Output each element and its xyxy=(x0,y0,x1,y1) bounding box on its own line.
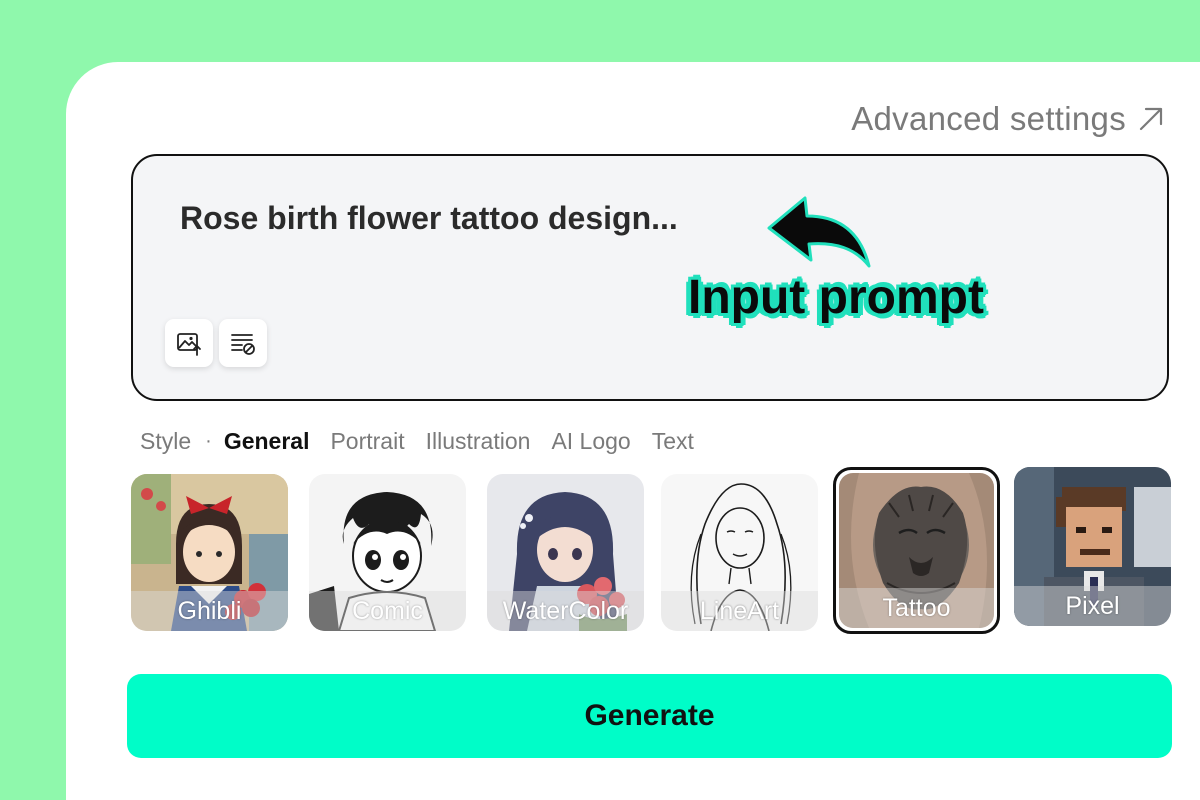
ghibli-thumbnail: Ghibli xyxy=(131,474,288,631)
advanced-settings-label: Advanced settings xyxy=(851,100,1126,137)
comic-thumbnail: Comic xyxy=(309,474,466,631)
tab-illustration[interactable]: Illustration xyxy=(426,428,531,455)
image-upload-button[interactable] xyxy=(165,319,213,367)
tab-text[interactable]: Text xyxy=(652,428,694,455)
style-card-pixel[interactable]: Pixel xyxy=(1014,467,1171,626)
style-separator: · xyxy=(205,430,212,452)
style-card-watercolor[interactable]: WaterColor xyxy=(487,474,644,631)
watercolor-thumbnail: WaterColor xyxy=(487,474,644,631)
arrow-up-right-icon xyxy=(1139,107,1163,131)
advanced-settings-link[interactable]: Advanced settings xyxy=(851,100,1166,138)
style-card-ghibli[interactable]: Ghibli xyxy=(131,474,288,631)
style-label: Style xyxy=(140,428,192,454)
tab-ai-logo[interactable]: AI Logo xyxy=(551,428,630,455)
generate-button[interactable]: Generate xyxy=(127,674,1172,758)
prompt-input[interactable]: Rose birth flower tattoo design... Input… xyxy=(131,154,1169,401)
pixel-thumbnail: Pixel xyxy=(1014,467,1171,626)
clear-text-icon xyxy=(231,334,255,355)
style-tabs: Style · General Portrait Illustration AI… xyxy=(140,428,715,455)
tab-general[interactable]: General xyxy=(224,428,310,455)
style-card-comic[interactable]: Comic xyxy=(309,474,466,631)
curved-arrow-icon xyxy=(761,194,881,274)
image-upload-icon xyxy=(177,333,201,356)
style-card-label: LineArt xyxy=(661,591,818,631)
style-card-tattoo[interactable]: Tattoo xyxy=(833,467,1000,634)
style-card-label: Pixel xyxy=(1014,586,1171,626)
style-card-label: Comic xyxy=(309,591,466,631)
style-card-label: Ghibli xyxy=(131,591,288,631)
prompt-text[interactable]: Rose birth flower tattoo design... xyxy=(180,200,678,237)
style-card-lineart[interactable]: LineArt xyxy=(661,474,818,631)
tattoo-thumbnail: Tattoo xyxy=(839,473,994,628)
lineart-thumbnail: LineArt xyxy=(661,474,818,631)
tab-portrait[interactable]: Portrait xyxy=(330,428,404,455)
style-card-label: Tattoo xyxy=(839,588,994,628)
style-card-label: WaterColor xyxy=(487,591,644,631)
input-prompt-callout: Input prompt xyxy=(688,271,984,324)
clear-prompt-button[interactable] xyxy=(219,319,267,367)
